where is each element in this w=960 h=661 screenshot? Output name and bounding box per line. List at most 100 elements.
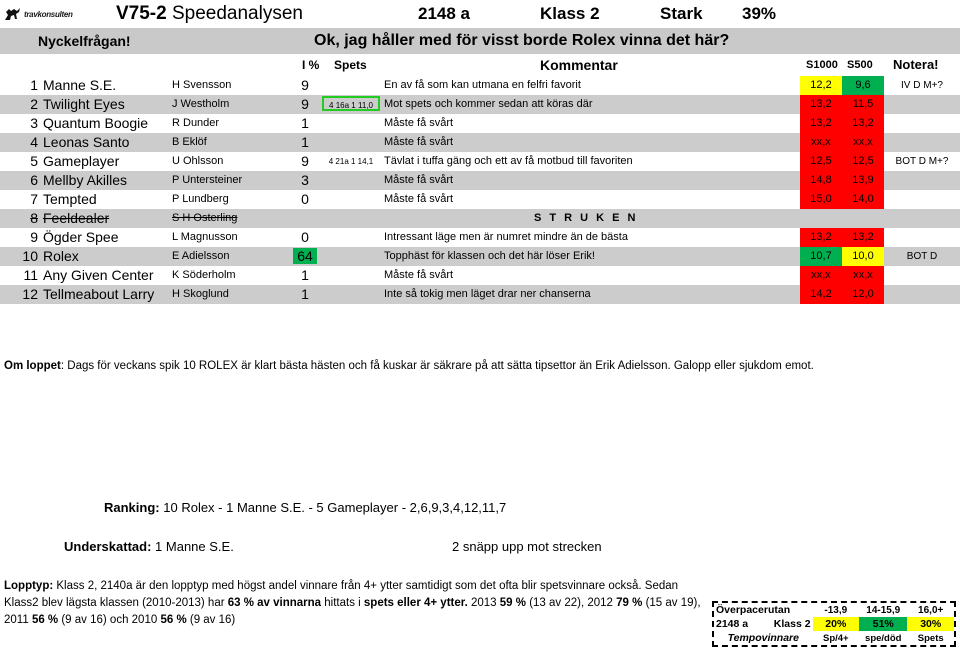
nyckelfragan-answer: Ok, jag håller med för visst borde Rolex…: [314, 32, 730, 49]
s500-value: 11,5: [842, 95, 884, 114]
comment-text: Tävlat i tuffa gäng och ett av få motbud…: [384, 155, 633, 167]
lopptyp-part3: 2013: [467, 597, 500, 609]
driver-name: R Dunder: [172, 117, 220, 129]
underskattad-label: Underskattad:: [64, 539, 152, 554]
lopptyp-bold4: 79 %: [616, 597, 643, 609]
overpacerutan-box: Överpacerutan -13,9 14-15,9 16,0+ 2148 a…: [712, 601, 956, 647]
ranking-label: Ranking:: [104, 500, 160, 515]
driver-name: B Eklöf: [172, 136, 207, 148]
horse-name[interactable]: Tempted: [43, 191, 97, 207]
horse-name[interactable]: Rolex: [43, 248, 79, 264]
s500-value: 12,5: [842, 152, 884, 171]
row-number: 5: [30, 153, 38, 169]
ipct-value: 9: [301, 77, 309, 93]
race-percent: 39%: [742, 4, 777, 23]
table-row[interactable]: 8 Feeldealer S H Osterling S T R U K E N: [0, 209, 960, 228]
comment-text: Måste få svårt: [384, 174, 454, 186]
struken-label: S T R U K E N: [533, 212, 638, 224]
statbox-value-2: 30%: [907, 617, 954, 631]
driver-name: H Skoglund: [172, 288, 229, 300]
table-row[interactable]: 5 Gameplayer U Ohlsson 9 4 21a 1 14,1 Tävlat …: [0, 152, 960, 171]
horse-name[interactable]: Leonas Santo: [43, 134, 129, 150]
s1000-value: xx,x: [800, 266, 842, 285]
horse-table: 1 Manne S.E. H Svensson 9 En av få som kan u…: [0, 76, 960, 304]
table-row[interactable]: 4 Leonas Santo B Eklöf 1 Måste få svårt xx,x x…: [0, 133, 960, 152]
comment-text: En av få som kan utmana en felfri favori…: [384, 79, 581, 91]
race-strength: Stark: [660, 4, 703, 23]
lopptyp-part2: hittats i: [321, 597, 364, 609]
ipct-highlight: 64: [293, 248, 317, 264]
statbox-value-row: 2148 a Klass 2 20% 51% 30%: [714, 617, 954, 631]
horse-name[interactable]: Gameplayer: [43, 153, 119, 169]
table-row[interactable]: 7 Tempted P Lundberg 0 Måste få svårt 15,0 14,…: [0, 190, 960, 209]
horse-name[interactable]: Tellmeabout Larry: [43, 286, 154, 302]
lopptyp-label: Lopptyp:: [4, 580, 54, 592]
horse-name[interactable]: Quantum Boogie: [43, 115, 148, 131]
horse-name[interactable]: Manne S.E.: [43, 77, 116, 93]
ipct-value: 9: [301, 96, 309, 112]
nyckelfragan-label: Nyckelfrågan!: [38, 33, 131, 49]
row-number: 10: [22, 248, 38, 264]
om-loppet-label: Om loppet: [4, 360, 61, 372]
statbox-footer-row: Tempovinnare Sp/4+ spe/död Spets: [714, 631, 954, 645]
table-row[interactable]: 12 Tellmeabout Larry H Skoglund 1 Inte så to…: [0, 285, 960, 304]
underskattad-line: Underskattad: 1 Manne S.E.: [64, 539, 234, 554]
s1000-value: 14,2: [800, 285, 842, 304]
table-row[interactable]: 9 Ögder Spee L Magnusson 0 Intressant läge m…: [0, 228, 960, 247]
ranking-line: Ranking: 10 Rolex - 1 Manne S.E. - 5 Gam…: [104, 500, 506, 515]
s500-value: 9,6: [842, 76, 884, 95]
s500-value: [842, 209, 884, 228]
lopptyp-paragraph: Lopptyp: Klass 2, 2140a är den lopptyp m…: [4, 578, 710, 629]
row-number: 6: [30, 172, 38, 188]
comment-text: Måste få svårt: [384, 117, 454, 129]
ipct-value: 3: [301, 172, 309, 188]
driver-name: H Svensson: [172, 79, 232, 91]
travkonsulten-logo: travkonsulten: [0, 6, 104, 22]
race-klass: Klass 2: [540, 4, 600, 23]
horse-name[interactable]: Ögder Spee: [43, 229, 119, 245]
row-number: 9: [30, 229, 38, 245]
ipct-value: 1: [301, 134, 309, 150]
s1000-value: 12,2: [800, 76, 842, 95]
horse-name[interactable]: Twilight Eyes: [43, 96, 125, 112]
s500-value: 13,9: [842, 171, 884, 190]
notera-value: BOT D: [906, 251, 938, 262]
table-row[interactable]: 3 Quantum Boogie R Dunder 1 Måste få svårt 13…: [0, 114, 960, 133]
statbox-title: Överpacerutan: [716, 604, 791, 616]
driver-name: S H Osterling: [172, 212, 238, 224]
comment-text: Måste få svårt: [384, 193, 454, 205]
s500-value: 10,0: [842, 247, 884, 266]
spets-value: 4 16a 1 11,0: [322, 96, 380, 111]
table-row[interactable]: 6 Mellby Akilles P Untersteiner 3 Måste få s…: [0, 171, 960, 190]
statbox-header-1: 14-15,9: [866, 604, 901, 616]
underskattad-note: 2 snäpp upp mot strecken: [452, 539, 602, 554]
comment-text: Inte så tokig men läget drar ner chanser…: [384, 288, 591, 300]
statbox-subtitle: Tempovinnare: [727, 632, 799, 644]
lopptyp-bold1: 63 % av vinnarna: [227, 597, 322, 609]
table-row[interactable]: 2 Twilight Eyes J Westholm 9 4 16a 1 11,0 Mot…: [0, 95, 960, 114]
running-horse-icon: [5, 8, 20, 20]
table-row[interactable]: 11 Any Given Center K Söderholm 1 Måste få s…: [0, 266, 960, 285]
comment-text: Måste få svårt: [384, 269, 454, 281]
ipct-value: 0: [301, 191, 309, 207]
s1000-value: 13,2: [800, 228, 842, 247]
comment-text: Mot spets och kommer sedan att köras där: [384, 98, 593, 110]
horse-name[interactable]: Any Given Center: [43, 267, 154, 283]
ranking-value: 10 Rolex - 1 Manne S.E. - 5 Gameplayer -…: [163, 500, 507, 515]
lopptyp-bold5: 56 %: [31, 614, 59, 626]
driver-name: E Adielsson: [172, 250, 230, 262]
title-bar: travkonsulten V75-2 Speedanalysen 2148 a…: [0, 0, 960, 28]
row-number: 1: [30, 77, 38, 93]
table-row[interactable]: 1 Manne S.E. H Svensson 9 En av få som kan u…: [0, 76, 960, 95]
comment-text: Måste få svårt: [384, 136, 454, 148]
notera-value: BOT D M+?: [895, 156, 949, 167]
ipct-value: 1: [301, 286, 309, 302]
overpacerutan-table: Överpacerutan -13,9 14-15,9 16,0+ 2148 a…: [714, 603, 954, 645]
horse-name[interactable]: Mellby Akilles: [43, 172, 127, 188]
table-row[interactable]: 10 Rolex E Adielsson 64 Topphäst för klassen…: [0, 247, 960, 266]
ipct-value: 1: [301, 267, 309, 283]
statbox-footer-1: spe/död: [865, 632, 902, 644]
s500-value: xx,x: [842, 266, 884, 285]
statbox-value-1: 51%: [859, 617, 908, 631]
horse-name[interactable]: Feeldealer: [43, 210, 109, 226]
